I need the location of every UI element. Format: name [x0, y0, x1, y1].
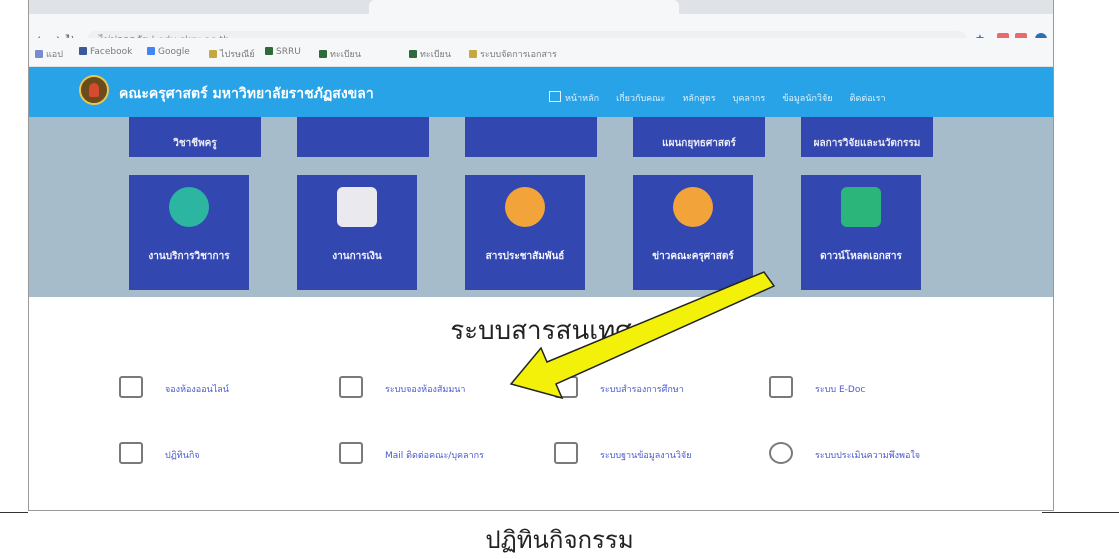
activity-calendar-heading: ปฏิทินกิจกรรม	[485, 526, 634, 554]
page-rule-left	[0, 512, 28, 513]
browser-screenshot: ← → ↻ ไม่ปลอดภัย | edu.skru.ac.th ★ แอป …	[28, 0, 1054, 511]
arrow-shape	[509, 271, 776, 400]
yellow-pointer-arrow-icon	[509, 271, 776, 400]
page-rule-right	[1042, 512, 1119, 513]
